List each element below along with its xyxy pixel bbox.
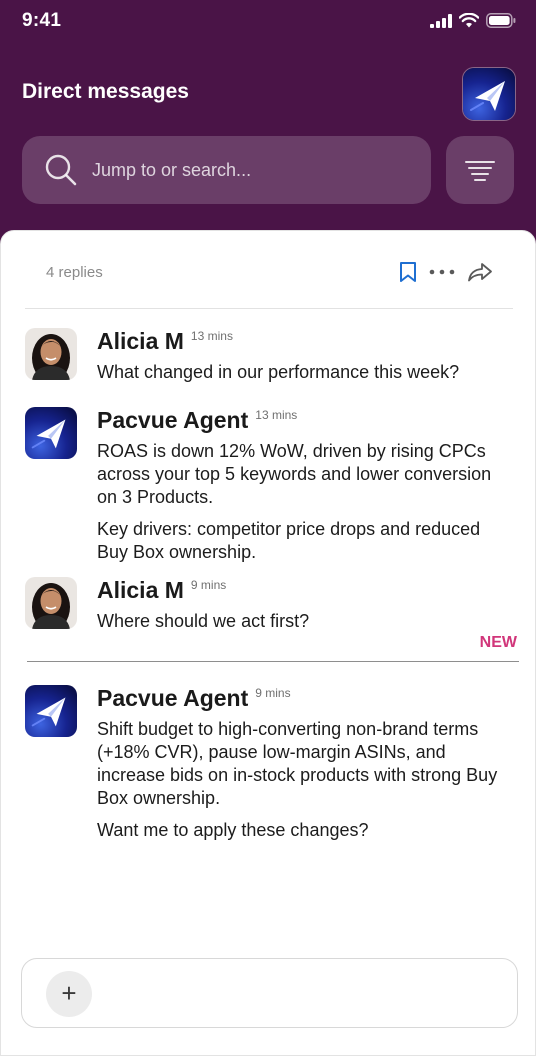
- message-text: ROAS is down 12% WoW, driven by rising C…: [97, 441, 492, 507]
- new-messages-label: NEW: [479, 634, 517, 651]
- avatar: [25, 577, 77, 629]
- message-text: Where should we act first?: [97, 611, 310, 631]
- message-body: Shift budget to high-converting non-bran…: [97, 718, 507, 842]
- avatar: [25, 685, 77, 737]
- avatar: [25, 407, 77, 459]
- message-body: What changed in our performance this wee…: [97, 361, 507, 384]
- message-time: 13 mins: [255, 408, 298, 422]
- search-icon: [45, 154, 77, 186]
- message-time: 9 mins: [255, 686, 291, 700]
- message-text: Key drivers: competitor price drops and …: [97, 519, 481, 562]
- thread-panel: 4 replies Alicia M 13 mins What changed …: [0, 230, 536, 1056]
- share-icon[interactable]: [467, 262, 493, 282]
- message-text: Want me to apply these changes?: [97, 820, 369, 840]
- more-options-icon[interactable]: [429, 269, 455, 275]
- page-title: Direct messages: [22, 80, 189, 103]
- message-header: Alicia M 13 mins: [97, 328, 233, 355]
- status-bar: 9:41: [0, 0, 536, 44]
- pacvue-agent-avatar-icon: [25, 407, 77, 459]
- message-time: 9 mins: [190, 578, 227, 592]
- thread-actions: [399, 261, 493, 283]
- battery-icon: [486, 13, 516, 28]
- message-body: Where should we act first?: [97, 610, 507, 633]
- status-icons: [430, 13, 516, 28]
- wifi-icon: [459, 13, 479, 28]
- avatar: [25, 328, 77, 380]
- message-text: What changed in our performance this wee…: [97, 362, 460, 382]
- bookmark-icon[interactable]: [399, 261, 417, 283]
- new-messages-divider: [27, 661, 519, 662]
- sender-name[interactable]: Pacvue Agent: [97, 407, 248, 434]
- pacvue-logo-icon: [463, 68, 515, 120]
- app-screen: 9:41 Direct messages Jump to or search..…: [0, 0, 536, 1056]
- search-bar[interactable]: Jump to or search...: [22, 136, 431, 204]
- search-input[interactable]: Jump to or search...: [92, 160, 251, 181]
- user-avatar-icon: [25, 328, 77, 380]
- message-text: Shift budget to high-converting non-bran…: [97, 719, 498, 808]
- add-attachment-button[interactable]: +: [46, 971, 92, 1017]
- replies-count: 4 replies: [46, 264, 103, 281]
- message-composer[interactable]: +: [21, 958, 518, 1028]
- filter-lines-icon: [465, 161, 495, 181]
- sender-name[interactable]: Pacvue Agent: [97, 685, 248, 712]
- user-avatar-icon: [25, 577, 77, 629]
- thread-toolbar: 4 replies: [25, 231, 513, 309]
- sender-name[interactable]: Alicia M: [97, 328, 184, 355]
- workspace-avatar[interactable]: [462, 67, 516, 121]
- sender-name[interactable]: Alicia M: [97, 577, 184, 604]
- message-header: Pacvue Agent 13 mins: [97, 407, 297, 434]
- message-time: 13 mins: [190, 329, 233, 343]
- message-body: ROAS is down 12% WoW, driven by rising C…: [97, 440, 507, 564]
- pacvue-agent-avatar-icon: [25, 685, 77, 737]
- message-header: Alicia M 9 mins: [97, 577, 226, 604]
- message-header: Pacvue Agent 9 mins: [97, 685, 291, 712]
- filter-button[interactable]: [446, 136, 514, 204]
- status-time: 9:41: [22, 10, 62, 31]
- cellular-signal-icon: [430, 13, 452, 28]
